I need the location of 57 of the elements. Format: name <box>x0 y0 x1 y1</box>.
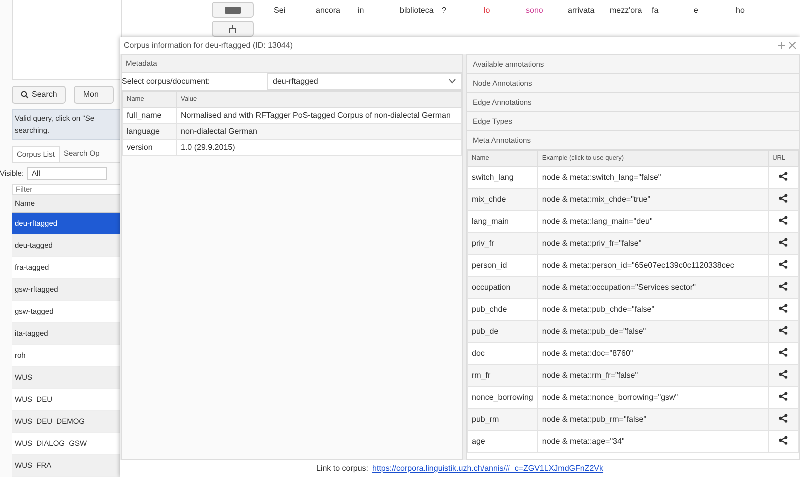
share-icon[interactable] <box>778 194 788 203</box>
share-icon[interactable] <box>778 238 788 247</box>
chevron-icon <box>449 79 456 84</box>
example-query-link[interactable]: node & meta::mix_chde="true" <box>538 188 768 210</box>
share-icon[interactable] <box>778 436 788 445</box>
close-icon[interactable] <box>789 42 796 49</box>
share-icon[interactable] <box>778 370 788 379</box>
table-cell: priv_fr <box>468 232 538 254</box>
example-query-link[interactable]: node & meta::occupation="Services sector" <box>538 276 768 298</box>
example-query-link[interactable]: node & meta::priv_fr="false" <box>538 232 768 254</box>
example-query-link[interactable]: node & meta::rm_fr="false" <box>538 364 768 386</box>
token: fa <box>652 6 660 15</box>
share-icon[interactable] <box>778 282 788 291</box>
search-icon <box>21 90 29 99</box>
share-icon[interactable] <box>778 304 788 313</box>
token: sono <box>526 6 544 15</box>
table-cell: mix_chde <box>468 188 538 210</box>
table-cell: pub_de <box>468 320 538 342</box>
example-query-link[interactable]: node & meta::age="34" <box>538 430 768 452</box>
share-icon[interactable] <box>778 326 788 335</box>
share-icon[interactable] <box>778 348 788 357</box>
link-label: Link to corpus: <box>316 464 369 473</box>
share-icon[interactable] <box>778 216 788 225</box>
token: ho <box>736 6 746 15</box>
token: ? <box>442 6 448 15</box>
table-cell: occupation <box>468 276 538 298</box>
corpus-link[interactable]: https://corpora.linguistik.uzh.ch/annis/#_c=ZGV1LXJmdGFnZ2Vk <box>372 464 604 473</box>
share-icon[interactable] <box>778 260 788 269</box>
table-cell: 1.0 (29.9.2015) <box>176 140 462 156</box>
maximize-icon[interactable] <box>778 42 785 49</box>
tree-icon <box>229 25 237 33</box>
token: e <box>694 6 700 15</box>
search-button[interactable]: Search <box>12 86 66 104</box>
token: mezz'ora <box>610 6 644 15</box>
table-cell: rm_fr <box>468 364 538 386</box>
token: Sei <box>274 6 287 15</box>
corpus-select[interactable]: deu-rftagged <box>267 73 462 90</box>
example-query-link[interactable]: node & meta::pub_rm="false" <box>538 408 768 430</box>
toolbar-button[interactable] <box>212 2 254 18</box>
token: biblioteca <box>400 6 435 15</box>
more-button[interactable]: Mon <box>74 86 114 104</box>
select-label: Select corpus/document: <box>122 77 212 86</box>
table-cell: non-dialectal German <box>176 124 462 140</box>
example-query-link[interactable]: node & meta::pub_de="false" <box>538 320 768 342</box>
token: lo <box>484 6 492 15</box>
table-cell: age <box>468 430 538 452</box>
token: in <box>358 6 366 15</box>
token: arrivata <box>568 6 596 15</box>
share-icon[interactable] <box>778 172 788 181</box>
share-icon[interactable] <box>778 414 788 423</box>
table-cell: language <box>122 124 176 140</box>
table-cell: version <box>122 140 176 156</box>
toolbar-button[interactable] <box>212 21 254 37</box>
share-icon[interactable] <box>778 392 788 401</box>
token: ancora <box>316 6 342 15</box>
table-cell: pub_rm <box>468 408 538 430</box>
dialog-title: Corpus information for deu-rftagged (ID: 13044) <box>124 41 293 50</box>
